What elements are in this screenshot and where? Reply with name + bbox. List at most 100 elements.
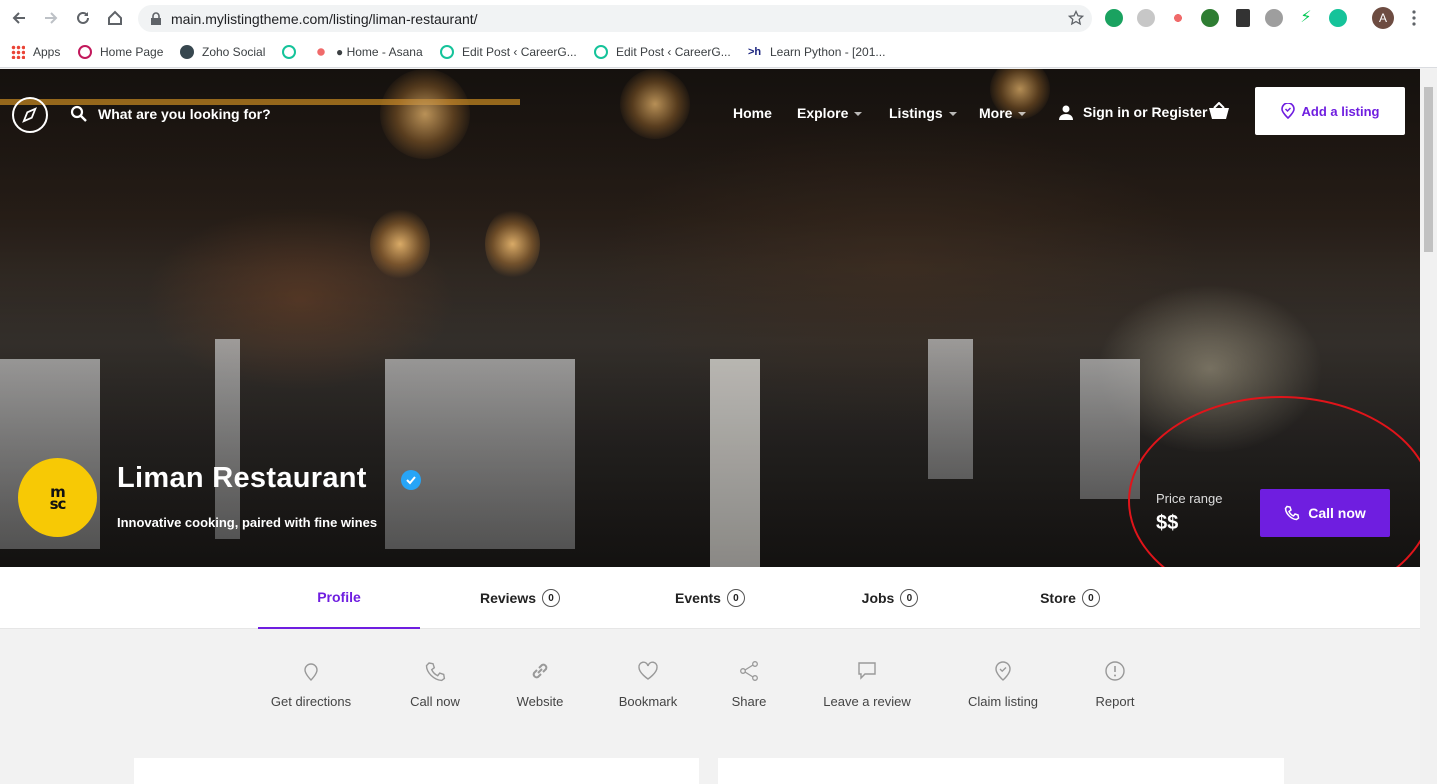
action-claim-listing[interactable]: Claim listing xyxy=(965,660,1041,709)
tab-reviews[interactable]: Reviews 0 xyxy=(440,567,600,629)
nav-home[interactable]: Home xyxy=(733,105,772,121)
asana-extension-icon[interactable] xyxy=(1169,9,1187,27)
content-card xyxy=(718,758,1284,784)
tab-label: Events xyxy=(675,590,721,606)
eyedropper-extension-icon[interactable] xyxy=(1236,9,1250,27)
nav-label: Listings xyxy=(889,105,943,121)
pin-check-icon xyxy=(995,661,1011,681)
extension-icon[interactable] xyxy=(1105,9,1123,27)
action-call-now[interactable]: Call now xyxy=(407,660,463,709)
action-label: Share xyxy=(731,694,767,709)
count-badge: 0 xyxy=(900,589,919,607)
search-placeholder[interactable]: What are you looking for? xyxy=(98,106,271,122)
action-label: Call now xyxy=(410,694,460,709)
bookmark-grammarly[interactable] xyxy=(282,43,304,61)
bookmark-label: Zoho Social xyxy=(202,45,266,59)
bookmark-apps[interactable]: Apps xyxy=(11,43,60,61)
bookmark-home-page[interactable]: Home Page xyxy=(78,43,163,61)
bolt-extension-icon[interactable]: ⚡ xyxy=(1297,9,1315,27)
logo-text: sc xyxy=(49,494,67,513)
price-range-value: $$ xyxy=(1156,512,1179,534)
action-bookmark[interactable]: Bookmark xyxy=(617,660,679,709)
grammarly-icon xyxy=(594,45,608,59)
link-icon xyxy=(532,663,548,679)
action-report[interactable]: Report xyxy=(1094,660,1136,709)
quick-actions: Get directions Call now Website Bookmark… xyxy=(0,630,1420,784)
nav-more[interactable]: More xyxy=(979,105,1027,121)
page-scrollbar[interactable] xyxy=(1420,69,1437,784)
action-label: Get directions xyxy=(270,694,352,709)
profile-avatar[interactable]: A xyxy=(1372,7,1394,29)
phone-icon xyxy=(425,662,446,682)
extension-icon[interactable] xyxy=(1137,9,1155,27)
search-bar[interactable]: What are you looking for? xyxy=(70,105,271,123)
tab-label: Jobs xyxy=(861,590,895,606)
action-share[interactable]: Share xyxy=(730,660,768,709)
heart-icon xyxy=(78,45,92,59)
search-icon xyxy=(70,105,87,122)
add-listing-button[interactable]: Add a listing xyxy=(1255,87,1405,135)
action-leave-review[interactable]: Leave a review xyxy=(821,660,913,709)
action-label: Website xyxy=(516,694,564,709)
bookmark-zoho-social[interactable]: Zoho Social xyxy=(180,43,265,61)
call-now-button[interactable]: Call now xyxy=(1260,489,1390,537)
chevron-down-icon xyxy=(948,112,957,116)
nav-label: More xyxy=(979,105,1013,121)
reload-button[interactable] xyxy=(70,5,96,31)
extension-icon[interactable] xyxy=(1201,9,1219,27)
action-get-directions[interactable]: Get directions xyxy=(268,660,354,709)
asana-icon xyxy=(314,45,328,59)
listing-tagline: Innovative cooking, paired with fine win… xyxy=(117,515,378,530)
action-label: Claim listing xyxy=(967,694,1039,709)
arrow-right-icon xyxy=(45,12,58,24)
bookmark-edit-post-1[interactable]: Edit Post ‹ CareerG... xyxy=(440,43,577,61)
bookmark-label: Edit Post ‹ CareerG... xyxy=(462,45,577,59)
scrollbar-thumb[interactable] xyxy=(1424,87,1433,252)
address-bar[interactable]: main.mylistingtheme.com/listing/liman-re… xyxy=(138,5,1092,32)
comment-icon xyxy=(858,662,876,680)
action-label: Report xyxy=(1095,694,1135,709)
chevron-down-icon xyxy=(1018,112,1027,116)
bookmark-learn-python[interactable]: >h Learn Python - [201... xyxy=(748,43,885,61)
tab-store[interactable]: Store 0 xyxy=(990,567,1150,629)
menu-dots-icon[interactable] xyxy=(1410,9,1418,27)
tab-jobs[interactable]: Jobs 0 xyxy=(810,567,970,629)
back-button[interactable] xyxy=(6,5,32,31)
home-button[interactable] xyxy=(102,5,128,31)
count-badge: 0 xyxy=(726,589,745,607)
signin-link[interactable]: Sign in or Register xyxy=(1058,104,1207,120)
nav-explore[interactable]: Explore xyxy=(797,105,863,121)
bookmark-asana[interactable]: ● Home - Asana xyxy=(314,43,423,61)
bookmark-label: Apps xyxy=(33,45,61,59)
zoho-icon xyxy=(180,45,194,59)
share-icon xyxy=(740,661,758,681)
logo-wordmark: m sc xyxy=(49,484,67,513)
action-website[interactable]: Website xyxy=(514,660,566,709)
alert-circle-icon xyxy=(1105,661,1125,681)
nav-label: Home xyxy=(733,105,772,121)
grammarly-extension-icon[interactable] xyxy=(1329,9,1347,27)
bookmark-edit-post-2[interactable]: Edit Post ‹ CareerG... xyxy=(594,43,731,61)
nav-listings[interactable]: Listings xyxy=(889,105,957,121)
grammarly-icon xyxy=(440,45,454,59)
lock-icon xyxy=(151,12,161,25)
tab-events[interactable]: Events 0 xyxy=(630,567,790,629)
grammarly-icon xyxy=(282,45,296,59)
hackr-icon: >h xyxy=(748,46,762,58)
call-now-label: Call now xyxy=(1308,505,1366,521)
compass-logo-icon[interactable] xyxy=(12,97,48,133)
web-page: What are you looking for? Home Explore L… xyxy=(0,69,1437,784)
heart-icon xyxy=(638,661,658,680)
tab-profile[interactable]: Profile xyxy=(258,567,420,629)
url-text[interactable]: main.mylistingtheme.com/listing/liman-re… xyxy=(171,11,478,27)
extension-icon[interactable] xyxy=(1265,9,1283,27)
forward-button[interactable] xyxy=(38,5,64,31)
bookmark-label: Home Page xyxy=(100,45,164,59)
avatar-letter: A xyxy=(1378,11,1387,25)
map-pin-icon xyxy=(304,663,318,681)
count-badge: 0 xyxy=(542,589,561,607)
bookmark-label: Edit Post ‹ CareerG... xyxy=(616,45,731,59)
cart-basket-icon[interactable] xyxy=(1208,102,1230,120)
home-icon xyxy=(108,10,122,25)
star-icon xyxy=(1068,10,1084,26)
